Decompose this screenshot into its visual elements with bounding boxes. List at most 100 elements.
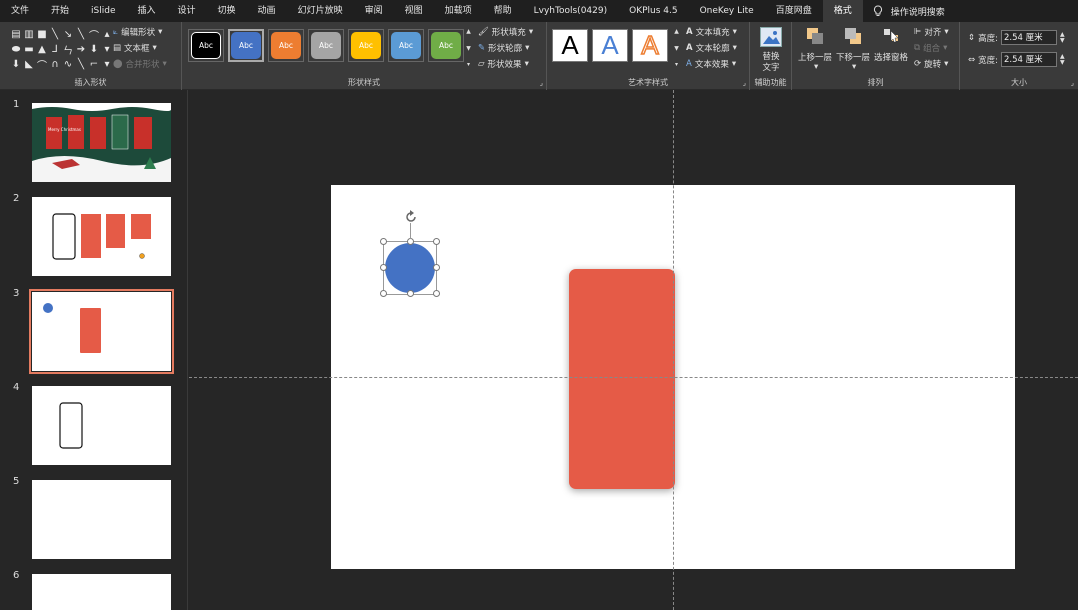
oval-shape-icon[interactable]: ⬬ — [10, 42, 22, 56]
curve-icon[interactable]: ∩ — [49, 57, 61, 71]
gallery-scroll[interactable]: ▲ ▼ ▾ — [464, 28, 473, 68]
textbox-shape-icon[interactable]: ▤ — [10, 27, 22, 41]
edit-shape-button[interactable]: ⟀ 编辑形状 ▾ — [113, 26, 162, 38]
tab-okplus[interactable]: OKPlus 4.5 — [618, 0, 688, 22]
rounded-rect-icon[interactable]: ▬ — [23, 42, 35, 56]
tab-format[interactable]: 格式 — [822, 0, 863, 22]
wordart-gallery-scroll[interactable]: ▲ ▼ ▾ — [672, 28, 681, 68]
scroll-down-icon[interactable]: ▼ — [466, 45, 471, 52]
slide-thumb-2[interactable] — [32, 197, 171, 276]
tab-file[interactable]: 文件 — [0, 0, 40, 22]
vertical-textbox-icon[interactable]: ▥ — [23, 27, 35, 41]
tab-addins[interactable]: 加载项 — [434, 0, 483, 22]
shape-outline-button[interactable]: ✎ 形状轮廓 ▾ — [478, 42, 529, 54]
resize-handle-sw[interactable] — [380, 290, 387, 297]
tell-me-search[interactable]: 操作说明搜索 — [863, 5, 945, 18]
gallery-more-icon[interactable]: ▾ — [467, 61, 470, 68]
rect-shape-icon[interactable]: ■ — [36, 27, 48, 41]
gallery-expand-icon[interactable]: ▾ — [101, 57, 113, 71]
resize-handle-ne[interactable] — [433, 238, 440, 245]
shape-style-swatch[interactable]: Abc — [228, 29, 264, 62]
bring-forward-icon[interactable] — [806, 27, 824, 49]
down-arrow-icon[interactable]: ⬇ — [10, 57, 22, 71]
right-arrow-icon[interactable]: ➔ — [75, 42, 87, 56]
freeform-icon[interactable]: ⌐ — [88, 57, 100, 71]
down-arrow-icon[interactable]: ⬇ — [88, 42, 100, 56]
width-spinner[interactable]: ▲ ▼ — [1060, 53, 1065, 66]
slide-editing-area[interactable] — [189, 90, 1078, 610]
line-shape-icon[interactable]: ╲ — [49, 27, 61, 41]
shape-style-swatch[interactable]: Abc — [388, 29, 424, 62]
shape-icon[interactable]: ◣ — [23, 57, 35, 71]
dialog-launcher-icon[interactable]: ⌟ — [743, 79, 746, 87]
tab-lvyhtools[interactable]: LvyhTools(0429) — [523, 0, 618, 22]
shape-style-swatch[interactable]: Abc — [188, 29, 224, 62]
align-button[interactable]: ⊫ 对齐 ▾ — [914, 26, 949, 38]
tab-insert[interactable]: 插入 — [127, 0, 167, 22]
scroll-up-icon[interactable]: ▲ — [466, 28, 471, 35]
connector-icon[interactable]: ⅃ — [49, 42, 61, 56]
text-box-button[interactable]: ▤ 文本框 ▾ — [113, 42, 157, 54]
text-outline-button[interactable]: A 文本轮廓 ▾ — [686, 42, 737, 54]
triangle-shape-icon[interactable]: ▲ — [36, 42, 48, 56]
tab-onekey[interactable]: OneKey Lite — [689, 0, 765, 22]
dialog-launcher-icon[interactable]: ⌟ — [1071, 79, 1074, 87]
resize-handle-w[interactable] — [380, 264, 387, 271]
resize-handle-n[interactable] — [407, 238, 414, 245]
curve-icon[interactable]: ∿ — [62, 57, 74, 71]
tab-help[interactable]: 帮助 — [483, 0, 523, 22]
slide-thumb-5[interactable] — [32, 480, 171, 559]
wordart-style-blue[interactable]: A — [592, 29, 628, 62]
tab-slideshow[interactable]: 幻灯片放映 — [287, 0, 354, 22]
height-input[interactable]: 2.54 厘米 — [1001, 30, 1057, 45]
alt-text-button-line2[interactable]: 文字 — [750, 61, 792, 73]
tab-design[interactable]: 设计 — [167, 0, 207, 22]
shape-fill-button[interactable]: 🖌 形状填充 ▾ — [478, 26, 533, 38]
tab-animations[interactable]: 动画 — [247, 0, 287, 22]
shape-effect-button[interactable]: ▱ 形状效果 ▾ — [478, 58, 529, 70]
width-input[interactable]: 2.54 厘米 — [1001, 52, 1057, 67]
shape-style-swatch[interactable]: Abc — [268, 29, 304, 62]
chevron-down-icon[interactable]: ▾ — [852, 62, 856, 72]
alt-text-icon[interactable] — [760, 27, 782, 47]
slide-thumb-3[interactable] — [29, 289, 174, 374]
group-button[interactable]: ⧉ 组合 ▾ — [914, 42, 947, 54]
rotate-handle-icon[interactable] — [404, 209, 418, 228]
line-shape-icon[interactable]: ╲ — [75, 27, 87, 41]
line-shape-icon[interactable]: ╲ — [75, 57, 87, 71]
slide-thumb-6[interactable] — [32, 574, 171, 610]
slide-thumb-4[interactable] — [32, 386, 171, 465]
shape-style-swatch[interactable]: Abc — [428, 29, 464, 62]
spin-down-icon[interactable]: ▼ — [1060, 37, 1065, 44]
shape-style-swatch[interactable]: Abc — [308, 29, 344, 62]
resize-handle-nw[interactable] — [380, 238, 387, 245]
shapes-gallery[interactable]: ▤ ▥ ■ ╲ ↘ ╲ ⌒ ▴ ⬬ ▬ ▲ ⅃ ㄣ ➔ ⬇ ▾ ⬇ ◣ ⌒ ∩ … — [10, 27, 113, 72]
resize-handle-e[interactable] — [433, 264, 440, 271]
send-backward-icon[interactable] — [844, 27, 862, 49]
tab-islide[interactable]: iSlide — [80, 0, 126, 22]
rotate-button[interactable]: ⟳ 旋转 ▾ — [914, 58, 948, 70]
merge-shapes-button[interactable]: ⬤ 合并形状 ▾ — [113, 58, 167, 70]
red-rounded-rectangle[interactable] — [569, 269, 675, 489]
more-scroll-icon[interactable]: ▴ — [101, 27, 113, 41]
connector-icon[interactable]: ㄣ — [62, 42, 74, 57]
arrow-line-icon[interactable]: ↘ — [62, 27, 74, 41]
tab-transitions[interactable]: 切换 — [207, 0, 247, 22]
text-effect-button[interactable]: A 文本效果 ▾ — [686, 58, 736, 70]
tab-view[interactable]: 视图 — [394, 0, 434, 22]
text-fill-button[interactable]: A 文本填充 ▾ — [686, 26, 737, 38]
tab-review[interactable]: 审阅 — [354, 0, 394, 22]
height-spinner[interactable]: ▲ ▼ — [1060, 31, 1065, 44]
spin-down-icon[interactable]: ▼ — [1060, 59, 1065, 66]
selection-pane-button[interactable]: 选择窗格 — [874, 51, 908, 63]
scroll-up-icon[interactable]: ▲ — [674, 28, 679, 35]
wordart-style-orange-outline[interactable]: A — [632, 29, 668, 62]
chevron-down-icon[interactable]: ▾ — [814, 62, 818, 72]
blue-circle-shape[interactable] — [385, 243, 435, 293]
curve-icon[interactable]: ⌒ — [88, 27, 100, 42]
curve-icon[interactable]: ⌒ — [36, 57, 48, 72]
gallery-more-icon[interactable]: ▾ — [675, 61, 678, 68]
resize-handle-s[interactable] — [407, 290, 414, 297]
more-scroll-icon[interactable]: ▾ — [101, 42, 113, 56]
dialog-launcher-icon[interactable]: ⌟ — [540, 79, 543, 87]
